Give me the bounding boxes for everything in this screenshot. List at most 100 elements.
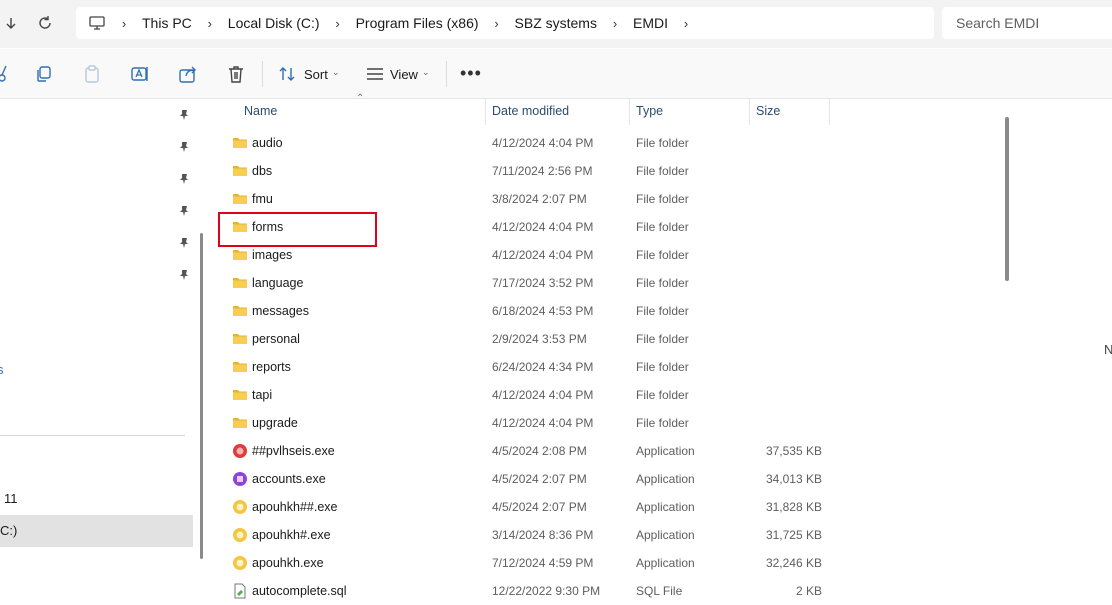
file-list: ⌃ Name Date modified Type Size audio 4/12… [210, 93, 1002, 599]
view-button[interactable]: View ⌄ [364, 59, 434, 89]
sort-button[interactable]: Sort ⌄ [276, 59, 342, 89]
nav-divider [0, 435, 185, 436]
chevron-right-icon[interactable]: › [108, 16, 140, 31]
pin-icon[interactable] [178, 109, 190, 121]
file-row[interactable]: audio 4/12/2024 4:04 PM File folder [210, 129, 830, 157]
address-bar[interactable]: › This PC › Local Disk (C:) › Program Fi… [76, 7, 934, 39]
file-date-modified: 4/5/2024 2:08 PM [492, 444, 587, 458]
breadcrumb-this-pc[interactable]: This PC [140, 15, 194, 31]
app-yellow-icon [232, 527, 248, 543]
file-type: File folder [636, 136, 689, 150]
file-date-modified: 12/22/2022 9:30 PM [492, 584, 601, 598]
file-row[interactable]: apouhkh.exe 7/12/2024 4:59 PM Application 3… [210, 549, 830, 577]
file-row[interactable]: ##pvlhseis.exe 4/5/2024 2:08 PM Applicatio… [210, 437, 830, 465]
file-date-modified: 4/12/2024 4:04 PM [492, 248, 594, 262]
pin-icon[interactable] [178, 237, 190, 249]
sort-ascending-icon: ⌃ [356, 93, 365, 104]
arrow-down-icon[interactable] [0, 12, 22, 34]
column-divider[interactable] [485, 99, 486, 125]
nav-scrollbar[interactable] [200, 233, 203, 559]
cut-icon[interactable] [0, 64, 12, 84]
breadcrumb-emdi[interactable]: EMDI [631, 15, 670, 31]
file-name: autocomplete.sql [252, 584, 347, 598]
file-list-scrollbar[interactable] [1005, 117, 1009, 281]
column-type[interactable]: Type [636, 104, 663, 118]
chevron-right-icon[interactable]: › [670, 16, 702, 31]
file-row[interactable]: personal 2/9/2024 3:53 PM File folder [210, 325, 830, 353]
file-type: File folder [636, 388, 689, 402]
column-divider[interactable] [829, 99, 830, 125]
file-type: SQL File [636, 584, 683, 598]
pin-icon[interactable] [178, 141, 190, 153]
file-date-modified: 4/5/2024 2:07 PM [492, 472, 587, 486]
folder-icon [232, 247, 248, 263]
column-size[interactable]: Size [756, 104, 780, 118]
file-type: File folder [636, 164, 689, 178]
column-divider[interactable] [749, 99, 750, 125]
folder-icon [232, 359, 248, 375]
file-size: 2 KB [795, 584, 822, 598]
chevron-right-icon[interactable]: › [322, 16, 354, 31]
file-row[interactable]: reports 6/24/2024 4:34 PM File folder [210, 353, 830, 381]
file-type: Application [636, 528, 695, 542]
more-options-icon[interactable]: ••• [460, 63, 481, 83]
folder-icon [232, 303, 248, 319]
column-divider[interactable] [629, 99, 630, 125]
delete-icon[interactable] [226, 64, 246, 84]
toolbar-divider [446, 61, 447, 87]
folder-icon [232, 415, 248, 431]
file-date-modified: 2/9/2024 3:53 PM [492, 332, 587, 346]
chevron-right-icon[interactable]: › [599, 16, 631, 31]
file-row[interactable]: apouhkh#.exe 3/14/2024 8:36 PM Application… [210, 521, 830, 549]
file-row[interactable]: apouhkh##.exe 4/5/2024 2:07 PM Application… [210, 493, 830, 521]
file-type: File folder [636, 332, 689, 346]
file-type: File folder [636, 248, 689, 262]
chevron-down-icon: ⌄ [422, 67, 430, 77]
file-name: dbs [252, 164, 273, 178]
search-input[interactable]: Search EMDI [942, 7, 1112, 39]
paste-icon[interactable] [82, 64, 102, 84]
app-yellow-icon [232, 555, 248, 571]
file-name: fmu [252, 192, 273, 206]
breadcrumb-program-files[interactable]: Program Files (x86) [354, 15, 481, 31]
file-name: ##pvlhseis.exe [252, 444, 335, 458]
file-size: 34,013 KB [765, 472, 822, 486]
file-type: File folder [636, 192, 689, 206]
highlight-box [218, 212, 377, 247]
file-row[interactable]: upgrade 4/12/2024 4:04 PM File folder [210, 409, 830, 437]
file-row[interactable]: dbs 7/11/2024 2:56 PM File folder [210, 157, 830, 185]
nav-item-selected[interactable] [0, 515, 193, 547]
column-name[interactable]: Name [244, 104, 277, 118]
this-pc-icon[interactable] [86, 16, 108, 30]
rename-icon[interactable] [130, 64, 150, 84]
pin-icon[interactable] [178, 269, 190, 281]
file-size: 31,725 KB [765, 528, 822, 542]
file-size: 37,535 KB [765, 444, 822, 458]
chevron-right-icon[interactable]: › [194, 16, 226, 31]
file-row[interactable]: language 7/17/2024 3:52 PM File folder [210, 269, 830, 297]
view-icon [367, 68, 383, 80]
nav-item-fragment[interactable]: 11 [4, 491, 18, 506]
column-header: ⌃ Name Date modified Type Size [210, 93, 830, 125]
file-row[interactable]: fmu 3/8/2024 2:07 PM File folder [210, 185, 830, 213]
file-row[interactable]: messages 6/18/2024 4:53 PM File folder [210, 297, 830, 325]
column-date-modified[interactable]: Date modified [492, 104, 569, 118]
copy-icon[interactable] [34, 64, 54, 84]
file-row[interactable]: autocomplete.sql 12/22/2022 9:30 PM SQL Fi… [210, 577, 830, 605]
share-icon[interactable] [178, 64, 198, 84]
chevron-right-icon[interactable]: › [481, 16, 513, 31]
refresh-icon[interactable] [34, 12, 56, 34]
file-date-modified: 7/12/2024 4:59 PM [492, 556, 594, 570]
file-name: apouhkh##.exe [252, 500, 338, 514]
file-type: Application [636, 472, 695, 486]
file-row[interactable]: tapi 4/12/2024 4:04 PM File folder [210, 381, 830, 409]
pin-icon[interactable] [178, 173, 190, 185]
sort-label: Sort [304, 67, 328, 82]
file-row[interactable]: accounts.exe 4/5/2024 2:07 PM Application 3… [210, 465, 830, 493]
file-date-modified: 4/5/2024 2:07 PM [492, 500, 587, 514]
breadcrumb-local-disk[interactable]: Local Disk (C:) [226, 15, 322, 31]
breadcrumb-sbz-systems[interactable]: SBZ systems [513, 15, 599, 31]
pin-icon[interactable] [178, 205, 190, 217]
nav-item-fragment[interactable]: s [0, 362, 4, 377]
nav-item-fragment[interactable]: C:) [0, 523, 17, 538]
